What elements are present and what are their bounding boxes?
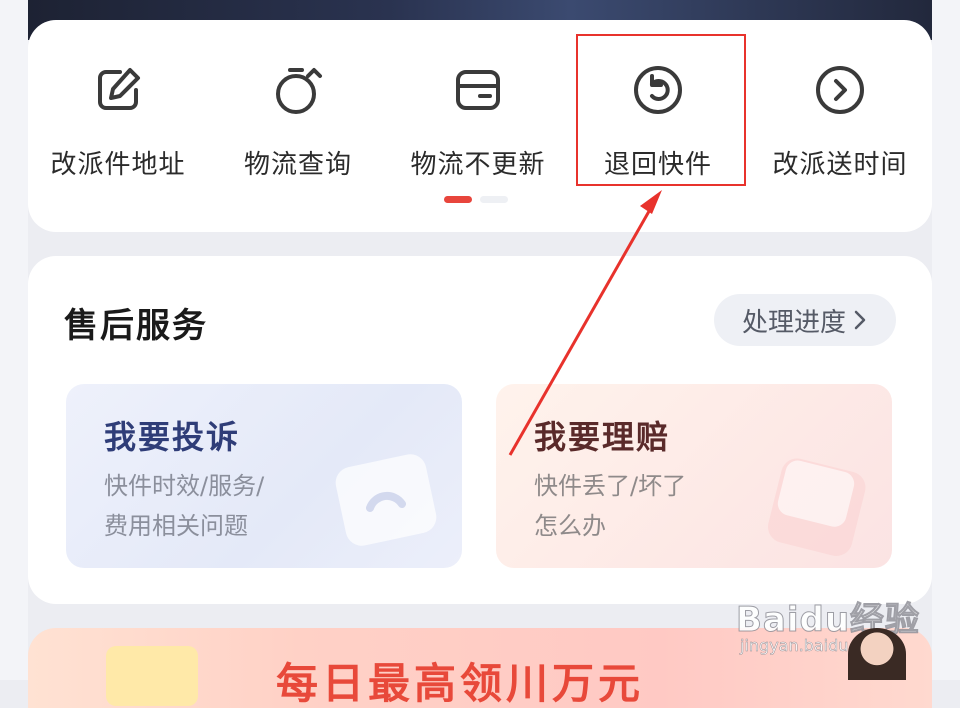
claim-tile[interactable]: 我要理赔 快件丢了/坏了 怎么办 (496, 384, 892, 568)
claim-subtitle: 快件丢了/坏了 怎么办 (534, 466, 754, 546)
complain-subtitle-line: 费用相关问题 (104, 512, 248, 540)
promo-text: 每日最高领川万元 (276, 659, 645, 708)
edit-icon (98, 68, 140, 110)
quick-action-label: 物流不更新 (410, 150, 546, 180)
quick-action-reschedule[interactable]: 改派送时间 (750, 60, 930, 190)
chat-bubble-icon (335, 454, 437, 546)
carousel-pager (444, 196, 508, 203)
chevron-right-icon (854, 310, 866, 330)
after-sales-card: 售后服务 处理进度 我要投诉 快件时效/服务/ 费用相关问题 我要理赔 快件丢了… (28, 256, 932, 604)
right-background-strip (932, 0, 960, 680)
quick-action-label: 改派送时间 (772, 150, 908, 180)
quick-action-change-address[interactable]: 改派件地址 (28, 60, 208, 190)
claim-box-icon (767, 458, 866, 556)
package-box-icon (456, 70, 500, 110)
left-background-strip (0, 0, 28, 680)
quick-action-tracking[interactable]: 物流查询 (208, 60, 388, 190)
quick-actions-card: 改派件地址 物流查询 物流不更新 退回快件 改派送时间 (28, 20, 932, 232)
complain-subtitle: 快件时效/服务/ 费用相关问题 (104, 466, 324, 546)
forward-icon (816, 66, 864, 114)
claim-title: 我要理赔 (534, 418, 671, 456)
annotation-highlight-box (576, 34, 746, 186)
stopwatch-icon (276, 68, 322, 114)
complain-subtitle-line: 快件时效/服务/ (104, 472, 265, 500)
progress-button-label: 处理进度 (741, 307, 846, 338)
quick-action-not-updated[interactable]: 物流不更新 (388, 60, 568, 190)
quick-action-label: 改派件地址 (50, 150, 186, 180)
quick-action-label: 物流查询 (243, 150, 352, 180)
complain-title: 我要投诉 (104, 418, 241, 456)
claim-subtitle-line: 怎么办 (534, 512, 606, 540)
claim-subtitle-line: 快件丢了/坏了 (534, 472, 687, 500)
progress-button[interactable]: 处理进度 (714, 294, 896, 346)
section-title: 售后服务 (64, 306, 208, 346)
gift-box-icon (106, 646, 198, 706)
complain-tile[interactable]: 我要投诉 快件时效/服务/ 费用相关问题 (66, 384, 462, 568)
pager-dot-active[interactable] (444, 196, 472, 203)
pager-dot[interactable] (480, 196, 508, 203)
watermark: Baidu经验 jingyan.baidu.com (735, 592, 936, 664)
avatar (848, 628, 906, 680)
